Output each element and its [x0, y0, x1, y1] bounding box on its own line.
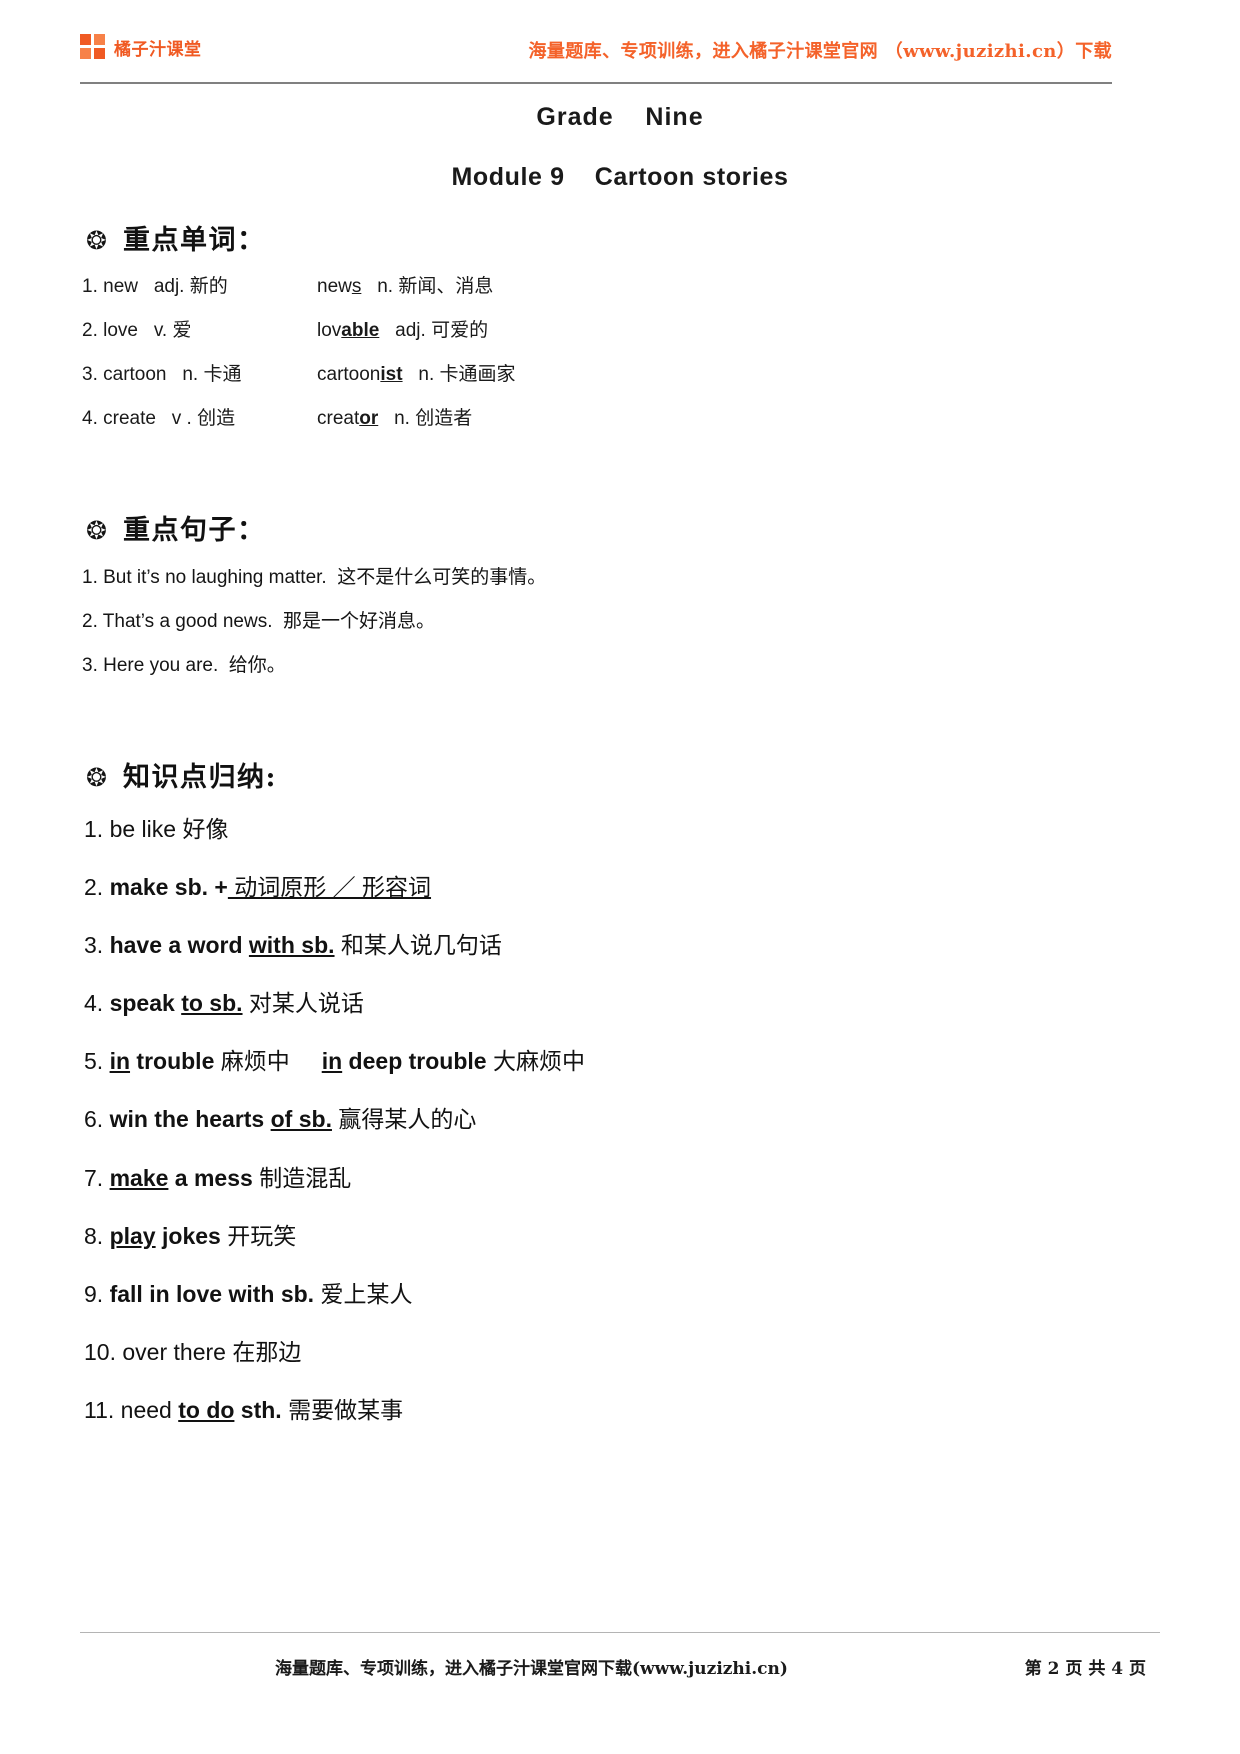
- knowledge-point-chinese: 好像: [176, 816, 229, 842]
- knowledge-point-row: 4. speak to sb. 对某人说话: [84, 992, 364, 1015]
- word-entry-row: 4. create v . 创造 creator n. 创造者: [82, 409, 472, 428]
- sentence-row: 2. That’s a good news. 那是一个好消息。: [82, 612, 435, 631]
- knowledge-point-number: 1.: [84, 816, 110, 842]
- knowledge-point-chinese: 爱上某人: [314, 1281, 413, 1307]
- section-title-words: 重点单词：: [122, 225, 266, 256]
- sentence-english: 3. Here you are.: [82, 655, 229, 676]
- knowledge-point-row: 7. make a mess 制造混乱: [84, 1167, 351, 1190]
- knowledge-point-row: 2. make sb. + 动词原形 ／ 形容词: [84, 876, 431, 899]
- page-title-grade: Grade Nine: [536, 103, 704, 131]
- knowledge-point-phrase: have a word: [109, 932, 249, 958]
- sentence-row: 1. But it’s no laughing matter. 这不是什么可笑的…: [82, 568, 546, 587]
- knowledge-point-chinese: 在那边: [225, 1339, 302, 1365]
- knowledge-point-chinese-2: 大麻烦中: [486, 1048, 585, 1074]
- knowledge-point-row: 1. be like 好像: [84, 818, 228, 841]
- header-divider: [80, 82, 1112, 84]
- knowledge-point-keyword: in: [109, 1048, 131, 1074]
- page-header: 橘子汁课堂 海量题库、专项训练，进入橘子汁课堂官网 （www.juzizhi.c…: [80, 28, 1112, 90]
- knowledge-point-number: 6.: [84, 1106, 110, 1132]
- knowledge-point-number: 10.: [84, 1339, 123, 1365]
- knowledge-point-keyword: make: [109, 1165, 169, 1191]
- word-derived: creator n. 创造者: [317, 408, 473, 429]
- squares-logo-icon: [80, 34, 106, 60]
- knowledge-point-phrase: over there: [122, 1339, 226, 1365]
- page-footer: 海量题库、专项训练，进入橘子汁课堂官网下载(www.juzizhi.cn) 第 …: [80, 1644, 1160, 1684]
- section-title-knowledge: 知识点归纳:: [122, 762, 277, 793]
- sentence-chinese: 给你。: [228, 655, 286, 676]
- word-base: 2. love v. 爱: [82, 320, 192, 341]
- knowledge-point-number: 8.: [84, 1223, 110, 1249]
- knowledge-point-chinese: 赢得某人的心: [331, 1106, 477, 1132]
- word-derived: cartoonist n. 卡通画家: [317, 364, 516, 385]
- section-heading-sentences: ❂ 重点句子：: [86, 508, 265, 547]
- knowledge-point-phrase: fall in love with sb.: [109, 1281, 315, 1307]
- word-derived: lovable adj. 可爱的: [317, 320, 489, 341]
- knowledge-point-chinese: 开玩笑: [220, 1223, 297, 1249]
- knowledge-point-number: 5.: [84, 1048, 110, 1074]
- knowledge-point-chinese: 制造混乱: [252, 1165, 352, 1191]
- knowledge-point-phrase: make sb. +: [109, 874, 228, 900]
- word-base: 1. new adj. 新的: [82, 276, 228, 297]
- sentence-english: 2. That’s a good news.: [82, 611, 284, 632]
- knowledge-point-chinese: 需要做某事: [281, 1397, 404, 1423]
- knowledge-point-chinese: 对某人说话: [242, 990, 364, 1016]
- knowledge-point-phrase-tail: sth.: [234, 1397, 282, 1423]
- word-derived: news n. 新闻、消息: [317, 276, 494, 297]
- knowledge-point-phrase-tail: a mess: [168, 1165, 253, 1191]
- sentence-chinese: 那是一个好消息。: [283, 611, 436, 632]
- knowledge-point-keyword: with sb.: [248, 932, 335, 958]
- diamond-bullet-icon: ❂: [86, 516, 107, 545]
- knowledge-point-keyword-2: in: [321, 1048, 343, 1074]
- word-entry-row: 1. new adj. 新的 news n. 新闻、消息: [82, 277, 493, 296]
- knowledge-point-keyword: to sb.: [181, 990, 243, 1016]
- word-base: 3. cartoon n. 卡通: [82, 364, 242, 385]
- knowledge-point-keyword: to do: [178, 1397, 235, 1423]
- sentence-chinese: 这不是什么可笑的事情。: [337, 567, 547, 588]
- footer-divider: [80, 1632, 1160, 1633]
- knowledge-point-row: 10. over there 在那边: [84, 1341, 301, 1364]
- knowledge-point-chinese: 动词原形 ／ 形容词: [227, 874, 432, 900]
- sentence-row: 3. Here you are. 给你。: [82, 656, 286, 675]
- knowledge-point-row: 6. win the hearts of sb. 赢得某人的心: [84, 1108, 476, 1131]
- knowledge-point-phrase: speak: [109, 990, 182, 1016]
- knowledge-point-phrase: need: [120, 1397, 179, 1423]
- page-title-module: Module 9 Cartoon stories: [451, 163, 789, 191]
- knowledge-point-phrase-tail: jokes: [155, 1223, 221, 1249]
- knowledge-point-phrase-tail: trouble: [130, 1048, 215, 1074]
- knowledge-point-row: 8. play jokes 开玩笑: [84, 1225, 296, 1248]
- header-tagline: 海量题库、专项训练，进入橘子汁课堂官网 （www.juzizhi.cn）下载: [528, 41, 1112, 62]
- word-entry-row: 3. cartoon n. 卡通 cartoonist n. 卡通画家: [82, 365, 516, 384]
- section-heading-words: ❂ 重点单词：: [86, 218, 265, 257]
- document-page: 橘子汁课堂 海量题库、专项训练，进入橘子汁课堂官网 （www.juzizhi.c…: [0, 0, 1240, 1754]
- diamond-bullet-icon: ❂: [86, 763, 107, 792]
- knowledge-point-chinese: 和某人说几句话: [334, 932, 502, 958]
- knowledge-point-row: 5. in trouble 麻烦中 in deep trouble 大麻烦中: [84, 1050, 585, 1073]
- knowledge-point-row: 3. have a word with sb. 和某人说几句话: [84, 934, 502, 957]
- brand-logo: 橘子汁课堂: [80, 34, 202, 60]
- knowledge-point-phrase: win the hearts: [109, 1106, 271, 1132]
- knowledge-point-number: 9.: [84, 1281, 110, 1307]
- knowledge-point-row: 9. fall in love with sb. 爱上某人: [84, 1283, 412, 1306]
- knowledge-point-number: 7.: [84, 1165, 110, 1191]
- knowledge-point-row: 11. need to do sth. 需要做某事: [84, 1399, 403, 1422]
- knowledge-point-number: 3.: [84, 932, 110, 958]
- knowledge-point-keyword: of sb.: [270, 1106, 332, 1132]
- sentence-english: 1. But it’s no laughing matter.: [82, 567, 338, 588]
- brand-name: 橘子汁课堂: [114, 39, 202, 60]
- knowledge-point-number: 11.: [84, 1397, 121, 1423]
- word-entry-row: 2. love v. 爱 lovable adj. 可爱的: [82, 321, 488, 340]
- knowledge-point-chinese: 麻烦中: [214, 1048, 290, 1074]
- knowledge-point-keyword: play: [109, 1223, 156, 1249]
- diamond-bullet-icon: ❂: [86, 226, 107, 255]
- knowledge-point-phrase-tail-2: deep trouble: [342, 1048, 487, 1074]
- knowledge-point-phrase: be like: [109, 816, 177, 842]
- knowledge-point-number: 4.: [84, 990, 110, 1016]
- footer-page-number: 第 2 页 共 4 页: [1024, 1659, 1146, 1679]
- knowledge-point-number: 2.: [84, 874, 110, 900]
- word-base: 4. create v . 创造: [82, 408, 236, 429]
- footer-note: 海量题库、专项训练，进入橘子汁课堂官网下载(www.juzizhi.cn): [275, 1659, 788, 1679]
- section-title-sentences: 重点句子：: [122, 515, 266, 546]
- section-heading-knowledge: ❂ 知识点归纳:: [86, 755, 277, 794]
